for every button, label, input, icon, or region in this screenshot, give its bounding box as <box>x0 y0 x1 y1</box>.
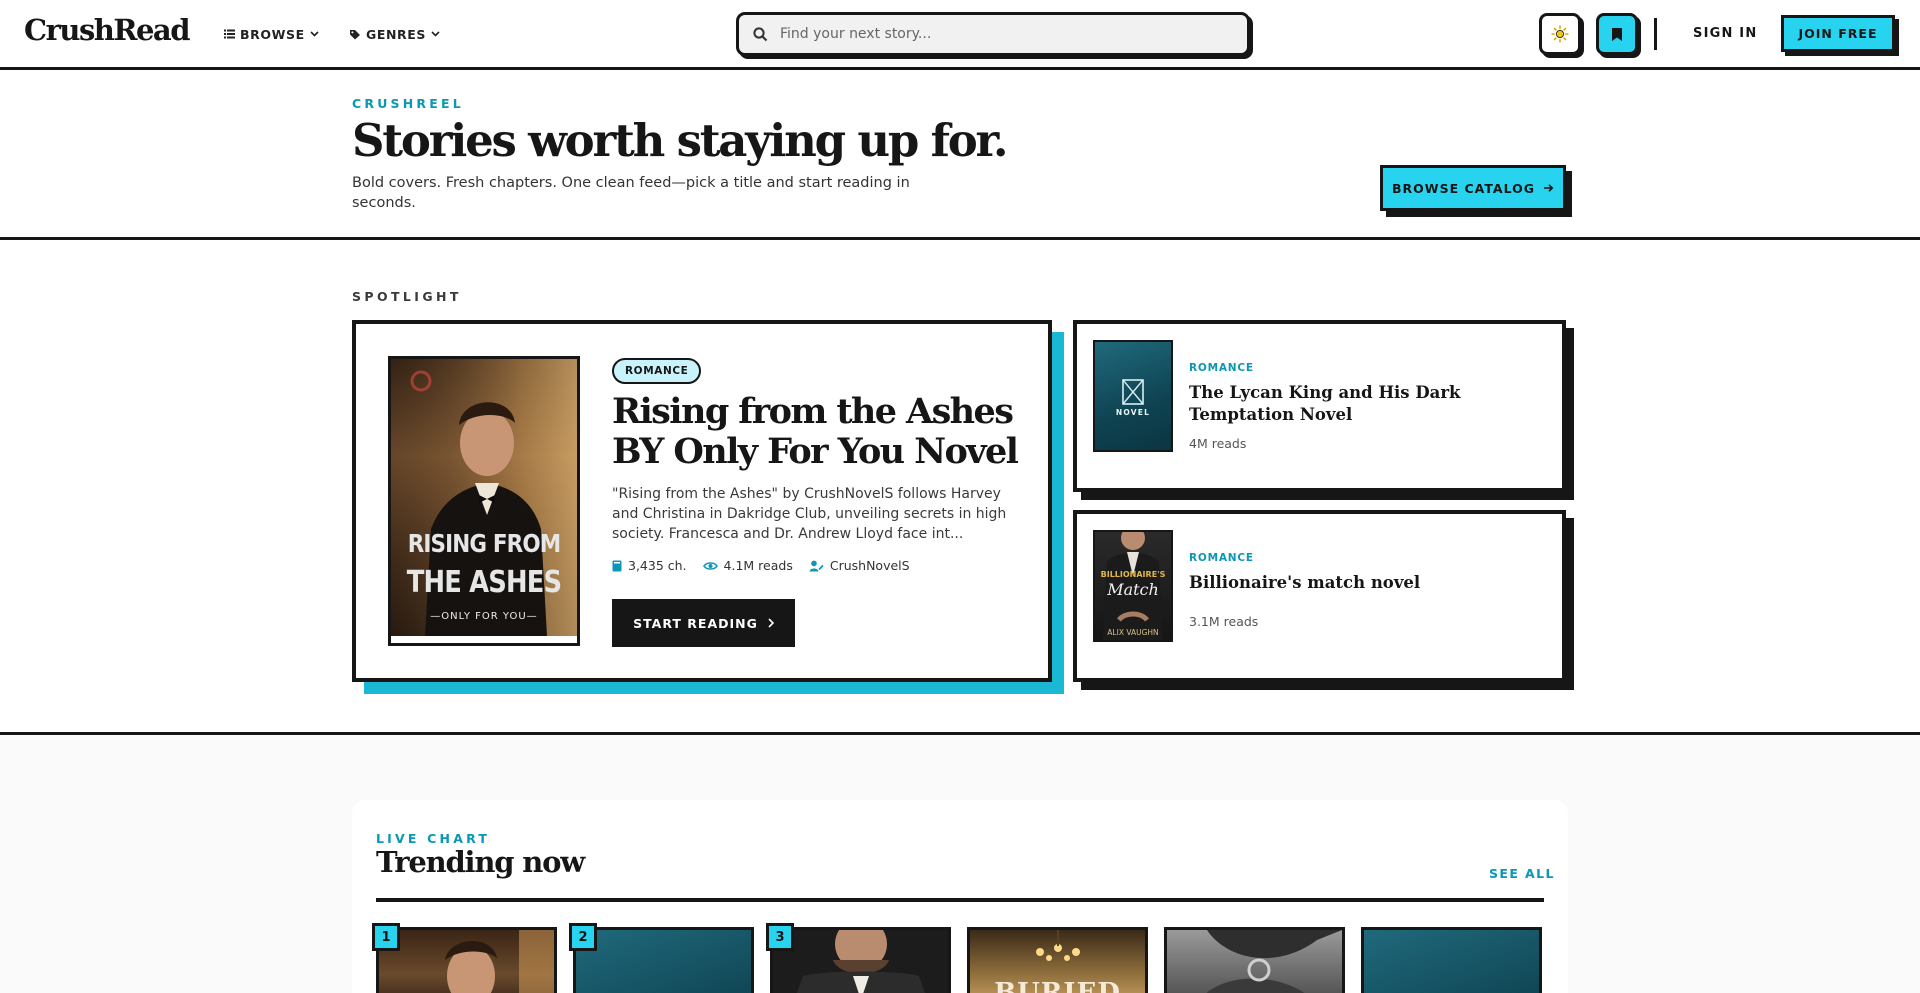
tag-icon <box>350 29 360 39</box>
trending-card[interactable]: BURIED <box>967 927 1148 993</box>
bookmarks-button[interactable] <box>1596 13 1638 55</box>
hero-title: Stories worth staying up for. <box>352 114 1009 167</box>
chevron-right-icon <box>768 618 774 628</box>
header-divider <box>1654 18 1657 50</box>
author-icon <box>809 560 824 571</box>
rank-badge: 2 <box>569 923 597 951</box>
chevron-down-icon <box>431 31 440 37</box>
see-all-link[interactable]: SEE ALL <box>1489 866 1555 881</box>
featured-title[interactable]: Rising from the Ashes BY Only For You No… <box>612 392 1032 472</box>
list-icon <box>224 29 235 39</box>
rank-badge: 3 <box>766 923 794 951</box>
sign-in-link[interactable]: SIGN IN <box>1693 26 1757 41</box>
read-count: 4.1M reads <box>702 558 793 573</box>
book-icon <box>612 560 622 571</box>
trending-section: LIVE CHART Trending now SEE ALL 1 2 3 BU… <box>352 800 1568 993</box>
bookmark-icon <box>1612 27 1622 41</box>
story-cover-thumbnail[interactable]: NOVEL <box>1093 340 1173 452</box>
nav-genres[interactable]: GENRES <box>349 25 440 43</box>
trending-card[interactable] <box>1164 927 1345 993</box>
hero-eyebrow: CRUSHREEL <box>352 96 464 111</box>
author[interactable]: CrushNovelS <box>809 558 910 573</box>
featured-description: "Rising from the Ashes" by CrushNovelS f… <box>612 486 1007 542</box>
sun-icon <box>1551 25 1569 43</box>
trending-title: Trending now <box>376 845 585 879</box>
story-reads: 3.1M reads <box>1189 614 1259 629</box>
read-count-text: 4.1M reads <box>723 558 793 573</box>
spotlight-section: SPOTLIGHT RISING FROM THE ASHES —ONLY FO… <box>0 240 1920 735</box>
featured-meta: 3,435 ch. 4.1M reads CrushNovelS <box>612 558 910 573</box>
side-story-card[interactable]: NOVEL ROMANCE The Lycan King and His Dar… <box>1073 320 1566 492</box>
nav-browse-label: BROWSE <box>240 26 305 42</box>
cover-placeholder-label: NOVEL <box>1115 408 1151 417</box>
cover-portrait-graphic <box>445 930 554 993</box>
browse-catalog-button[interactable]: BROWSE CATALOG <box>1380 165 1566 211</box>
cover-portrait-graphic <box>796 930 926 993</box>
chapter-count-text: 3,435 ch. <box>628 558 687 573</box>
trending-card[interactable] <box>1361 927 1542 993</box>
genre-badge[interactable]: ROMANCE <box>612 358 702 384</box>
featured-cover-image[interactable]: RISING FROM THE ASHES —ONLY FOR YOU— <box>388 356 580 646</box>
story-reads: 4M reads <box>1189 436 1247 451</box>
eye-icon <box>702 561 718 570</box>
search-input[interactable] <box>780 26 1220 42</box>
search-bar[interactable] <box>736 12 1250 56</box>
hero-section: CRUSHREEL Stories worth staying up for. … <box>0 70 1920 240</box>
cover-title-line-1: RISING FROM <box>407 529 561 558</box>
hero-subtitle: Bold covers. Fresh chapters. One clean f… <box>352 175 910 211</box>
nav-browse[interactable]: BROWSE <box>224 25 319 43</box>
cover-byline: —ONLY FOR YOU— <box>430 611 538 622</box>
site-logo[interactable]: CrushRead <box>24 13 190 47</box>
start-reading-label: START READING <box>633 615 758 631</box>
trending-card[interactable] <box>770 927 951 993</box>
story-title[interactable]: Billionaire's match novel <box>1189 572 1549 594</box>
trending-card[interactable] <box>376 927 557 993</box>
cover-artwork: RISING FROM THE ASHES —ONLY FOR YOU— <box>391 359 577 636</box>
rank-badge: 1 <box>372 923 400 951</box>
story-title[interactable]: The Lycan King and His Dark Temptation N… <box>1189 382 1549 426</box>
start-reading-button[interactable]: START READING <box>612 599 795 647</box>
nav-genres-label: GENRES <box>366 26 427 42</box>
story-genre: ROMANCE <box>1189 362 1254 374</box>
chapter-count: 3,435 ch. <box>612 558 687 573</box>
cover-portrait-graphic <box>1206 930 1342 993</box>
author-name: CrushNovelS <box>829 558 910 573</box>
cover-title-line-2: Match <box>1107 580 1159 599</box>
section-divider <box>376 898 1544 902</box>
browse-catalog-label: BROWSE CATALOG <box>1392 180 1535 196</box>
join-free-button[interactable]: JOIN FREE <box>1781 15 1895 52</box>
cover-title-partial: BURIED <box>994 978 1121 993</box>
cover-title-line-1: BILLIONAIRE'S <box>1100 570 1166 579</box>
cover-author: ALIX VAUGHN <box>1107 628 1159 637</box>
chevron-down-icon <box>310 31 319 37</box>
cover-title-line-2: THE ASHES <box>406 565 562 600</box>
spotlight-label: SPOTLIGHT <box>352 289 462 304</box>
search-icon <box>753 26 768 41</box>
featured-story-card[interactable]: RISING FROM THE ASHES —ONLY FOR YOU— ROM… <box>352 320 1052 682</box>
side-story-card[interactable]: BILLIONAIRE'S Match ALIX VAUGHN ROMANCE … <box>1073 510 1566 682</box>
theme-toggle-button[interactable] <box>1539 13 1581 55</box>
arrow-right-icon <box>1543 184 1554 192</box>
top-navigation-bar: CrushRead BROWSE GENRES SIGN IN JOIN FRE… <box>0 0 1920 70</box>
story-genre: ROMANCE <box>1189 552 1254 564</box>
trending-card[interactable] <box>573 927 754 993</box>
trending-eyebrow: LIVE CHART <box>376 831 491 846</box>
story-cover-thumbnail[interactable]: BILLIONAIRE'S Match ALIX VAUGHN <box>1093 530 1173 642</box>
book-placeholder-icon <box>1122 379 1144 405</box>
